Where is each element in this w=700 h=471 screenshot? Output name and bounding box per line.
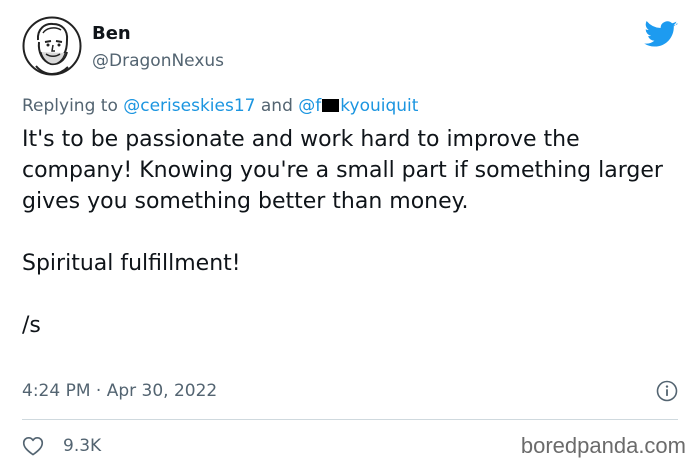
tweet-footer: 9.3K boredpanda.com [22,430,692,462]
info-icon[interactable] [656,380,678,402]
author-display-name[interactable]: Ben [92,23,131,45]
replying-to-line: Replying to @ceriseskies17 and @f kyouiqu… [22,95,418,117]
replying-to-prefix: Replying to [22,96,124,116]
author-handle[interactable]: @DragonNexus [92,51,224,72]
censor-bar [322,99,340,112]
mention-link-ceriseskies17[interactable]: @ceriseskies17 [123,96,255,116]
tweet-card: Ben @DragonNexus Replying to @ceriseskie… [0,0,700,471]
replying-to-connector: and [255,96,299,116]
tweet-text: It's to be passionate and work hard to i… [22,124,682,341]
boredpanda-watermark: boredpanda.com [520,433,686,458]
tweet-paragraph-2: Spiritual fulfillment! [22,251,241,276]
mention-link-censored[interactable]: @f kyouiquit [298,96,418,116]
twitter-bird-icon[interactable] [644,21,678,49]
avatar[interactable] [22,16,82,76]
tweet-header: Ben @DragonNexus [22,16,678,80]
heart-outline-icon [22,437,44,456]
mention-end: kyouiquit [340,96,419,116]
like-count: 9.3K [63,436,102,456]
divider [22,419,678,420]
tweet-meta-row: 4:24 PM · Apr 30, 2022 [22,379,678,403]
mention-start: @f [298,96,322,116]
tweet-paragraph-1: It's to be passionate and work hard to i… [22,127,670,214]
cartoon-man-avatar-icon [22,16,82,76]
tweet-timestamp[interactable]: 4:24 PM · Apr 30, 2022 [22,379,217,403]
tweet-paragraph-3: /s [22,313,41,338]
like-button[interactable]: 9.3K [22,434,101,458]
